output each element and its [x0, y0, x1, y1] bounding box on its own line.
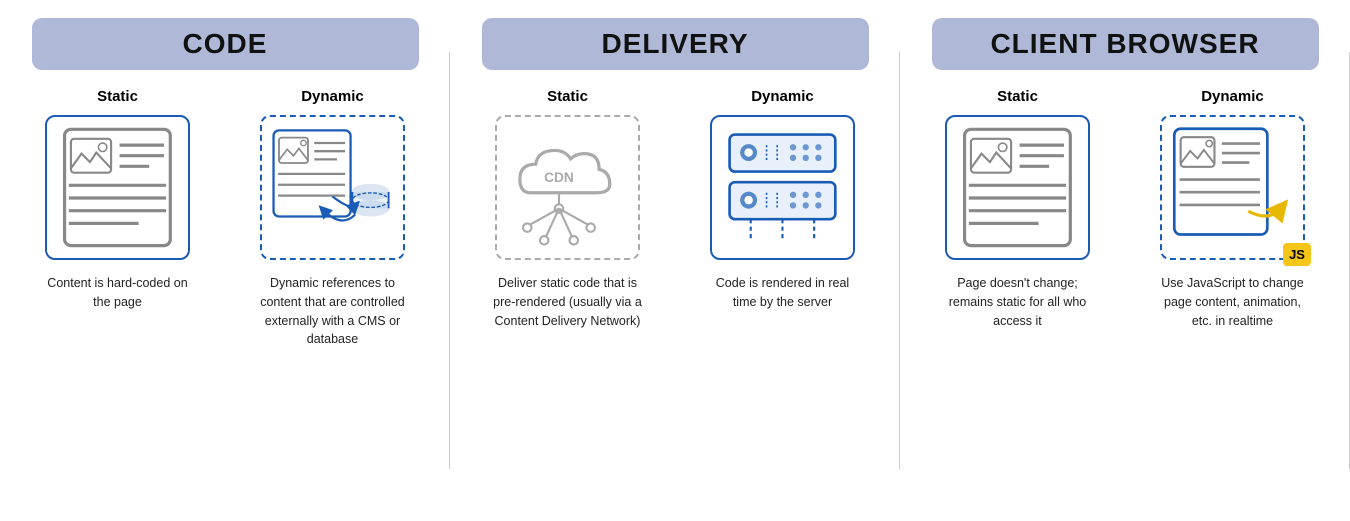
col-client-dynamic: Dynamic	[1129, 88, 1335, 501]
document-plain-icon-2	[954, 124, 1081, 251]
js-badge: JS	[1283, 243, 1311, 266]
col-client-static-icon	[945, 115, 1090, 260]
col-client-dynamic-icon: JS	[1160, 115, 1305, 260]
document-plain-icon	[54, 124, 181, 251]
col-code-dynamic-title: Dynamic	[301, 88, 364, 105]
section-delivery-cols: Static CDN	[460, 88, 890, 501]
col-code-static-icon	[45, 115, 190, 260]
col-delivery-static-desc: Deliver static code that is pre-rendered…	[492, 274, 642, 330]
section-delivery-header: DELIVERY	[482, 18, 869, 70]
section-client-cols: Static Page doesn't change; remains stat…	[910, 88, 1340, 501]
section-client-header: CLIENT BROWSER	[932, 18, 1319, 70]
document-with-js-icon	[1169, 124, 1296, 251]
col-code-dynamic: Dynamic	[229, 88, 435, 501]
col-code-static-title: Static	[97, 88, 138, 105]
document-with-db-icon	[269, 124, 396, 251]
svg-text:CDN: CDN	[544, 170, 574, 185]
col-delivery-static-title: Static	[547, 88, 588, 105]
col-client-dynamic-desc: Use JavaScript to change page content, a…	[1157, 274, 1307, 330]
col-delivery-dynamic: Dynamic	[679, 88, 885, 501]
cdn-cloud-icon: CDN	[504, 124, 631, 251]
section-code: CODE Static	[0, 0, 450, 521]
col-delivery-static: Static CDN	[464, 88, 670, 501]
section-code-header: CODE	[32, 18, 419, 70]
col-client-dynamic-title: Dynamic	[1201, 88, 1264, 105]
section-delivery: DELIVERY Static CDN	[450, 0, 900, 521]
col-delivery-dynamic-icon	[710, 115, 855, 260]
server-rack-icon	[719, 124, 846, 251]
col-code-static: Static	[14, 88, 220, 501]
col-client-static-desc: Page doesn't change; remains static for …	[942, 274, 1092, 330]
col-delivery-dynamic-title: Dynamic	[751, 88, 814, 105]
col-client-static: Static Page doesn't change; remains stat…	[914, 88, 1120, 501]
col-code-static-desc: Content is hard-coded on the page	[42, 274, 192, 312]
col-delivery-dynamic-desc: Code is rendered in real time by the ser…	[707, 274, 857, 312]
col-code-dynamic-desc: Dynamic references to content that are c…	[257, 274, 407, 349]
section-code-cols: Static	[10, 88, 440, 501]
col-client-static-title: Static	[997, 88, 1038, 105]
section-client: CLIENT BROWSER Static	[900, 0, 1350, 521]
col-code-dynamic-icon	[260, 115, 405, 260]
col-delivery-static-icon: CDN	[495, 115, 640, 260]
